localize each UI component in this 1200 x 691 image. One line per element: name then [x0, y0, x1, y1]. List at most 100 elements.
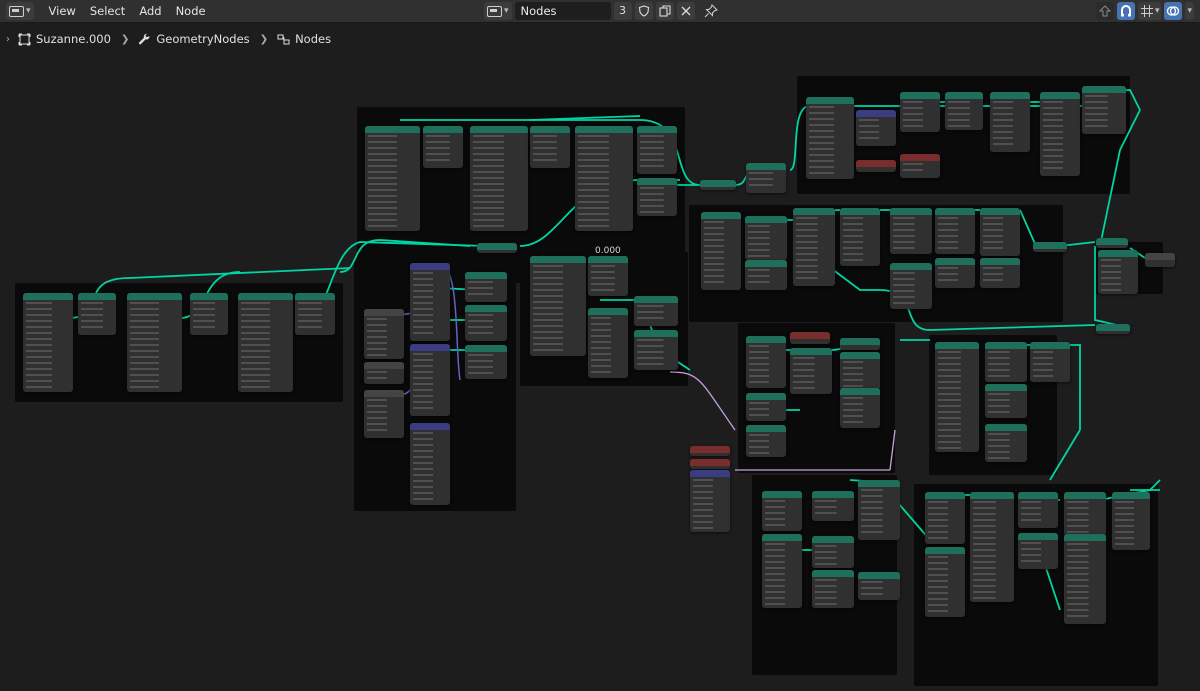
node-transform[interactable] — [78, 293, 116, 335]
node-switch[interactable] — [410, 344, 450, 416]
node-transform[interactable] — [935, 208, 975, 254]
node-string-to-curves[interactable] — [575, 126, 633, 231]
node-position[interactable] — [790, 332, 830, 344]
node-set-position[interactable] — [840, 208, 880, 266]
node-index[interactable] — [856, 160, 896, 172]
node-set-material[interactable] — [858, 480, 900, 540]
node-curve-circle[interactable] — [1018, 533, 1058, 569]
node-join-geometry[interactable] — [465, 272, 507, 302]
node-string-to-curves[interactable] — [365, 126, 420, 231]
node-join-geometry[interactable] — [840, 338, 880, 350]
node-math[interactable] — [856, 110, 896, 146]
node-transform[interactable] — [465, 305, 507, 341]
node-instance-on-points[interactable] — [634, 296, 678, 326]
overlays-options-button[interactable]: ▾ — [1185, 2, 1194, 20]
node-fill-curve[interactable] — [746, 163, 786, 193]
node-join-geometry[interactable] — [477, 243, 517, 253]
node-join-geometry[interactable] — [1096, 324, 1130, 334]
node-delete-geometry[interactable] — [925, 492, 965, 544]
node-string-to-curves[interactable] — [530, 256, 586, 356]
node-transform[interactable] — [295, 293, 335, 335]
node-quadrilateral[interactable] — [762, 491, 802, 531]
menu-view[interactable]: View — [42, 0, 83, 22]
node-bezier-segment[interactable] — [935, 342, 979, 452]
node-switch[interactable] — [410, 263, 450, 341]
node-index[interactable] — [690, 446, 730, 456]
node-canvas[interactable]: 0.000 — [0, 50, 1200, 691]
node-switch[interactable] — [410, 423, 450, 505]
node-curve-circle[interactable] — [812, 491, 854, 521]
node-transform[interactable] — [465, 345, 507, 379]
node-mesh-line[interactable] — [806, 97, 854, 179]
node-tree-name-field[interactable]: Nodes — [514, 2, 611, 20]
node-delete-geometry[interactable] — [634, 330, 678, 370]
node-less-than-or-equal[interactable] — [690, 459, 730, 469]
node-curve-to-mesh[interactable] — [985, 384, 1027, 418]
node-transform[interactable] — [190, 293, 228, 335]
node-mesh-line[interactable] — [701, 212, 741, 290]
node-transform[interactable] — [945, 92, 983, 130]
overlays-toggle-button[interactable] — [1164, 2, 1183, 20]
node-store-named-attribute[interactable] — [1064, 492, 1106, 536]
menu-node[interactable]: Node — [169, 0, 213, 22]
node-set-material[interactable] — [1082, 86, 1126, 134]
users-count[interactable]: 3 — [613, 2, 632, 20]
node-transform[interactable] — [588, 256, 628, 296]
node-transform[interactable] — [1098, 250, 1138, 294]
node-quadrilateral[interactable] — [746, 425, 786, 457]
node-string-to-curves[interactable] — [238, 293, 293, 392]
node-bezier-segment[interactable] — [970, 492, 1014, 602]
node-set-material[interactable] — [840, 352, 880, 390]
node-vector-math[interactable] — [364, 309, 404, 359]
node-set-position[interactable] — [900, 92, 940, 132]
node-transform[interactable] — [637, 178, 677, 216]
node-string-to-curves[interactable] — [23, 293, 73, 392]
node-instance-on-points[interactable] — [1064, 534, 1106, 624]
node-string-to-curves[interactable] — [127, 293, 182, 392]
node-curve-to-mesh[interactable] — [1040, 92, 1080, 176]
duplicate-tree-button[interactable] — [655, 2, 674, 20]
browse-node-tree-button[interactable]: ▾ — [484, 2, 512, 20]
node-store-named-attribute[interactable] — [890, 208, 932, 254]
node-mesh-line[interactable] — [762, 534, 802, 608]
menu-add[interactable]: Add — [132, 0, 168, 22]
node-join-geometry[interactable] — [1033, 242, 1067, 252]
node-curve-circle[interactable] — [985, 424, 1027, 462]
unlink-tree-button[interactable] — [676, 2, 695, 20]
node-vector-math[interactable] — [364, 390, 404, 438]
node-fill-curve[interactable] — [745, 260, 787, 290]
node-transform[interactable] — [530, 126, 570, 168]
node-mesh-line[interactable] — [588, 308, 628, 378]
node-set-material[interactable] — [812, 570, 854, 608]
node-fill-curve[interactable] — [812, 536, 854, 568]
chevron-right-icon[interactable]: › — [6, 34, 18, 45]
node-set-material[interactable] — [980, 258, 1020, 288]
node-store-named-attribute[interactable] — [890, 263, 932, 309]
node-instance-on-points[interactable] — [858, 572, 900, 600]
node-group-output[interactable] — [1145, 253, 1175, 267]
pin-button[interactable] — [702, 2, 720, 20]
node-set-material[interactable] — [935, 258, 975, 288]
node-switch[interactable] — [690, 470, 730, 532]
node-set-position[interactable] — [1030, 342, 1070, 382]
node-set-position[interactable] — [1112, 492, 1150, 550]
node-vector-math[interactable] — [364, 362, 404, 384]
node-mesh-to-curve[interactable] — [990, 92, 1030, 152]
snap-options-button[interactable]: ▾ — [1137, 2, 1162, 20]
fake-user-button[interactable] — [634, 2, 653, 20]
editor-type-selector[interactable]: ▾ — [6, 2, 34, 20]
node-join-geometry[interactable] — [1096, 238, 1128, 248]
node-join-geometry[interactable] — [700, 180, 736, 190]
node-curve-to-mesh[interactable] — [1018, 492, 1058, 528]
node-transform[interactable] — [423, 126, 463, 168]
node-store-named-attribute[interactable] — [790, 348, 832, 394]
node-string-to-curves[interactable] — [470, 126, 528, 231]
parent-node-tree-button[interactable] — [1095, 2, 1114, 20]
node-fill-curve[interactable] — [746, 336, 786, 388]
node-store-named-attribute[interactable] — [985, 342, 1027, 382]
node-mesh-line[interactable] — [925, 547, 965, 617]
node-curve-circle[interactable] — [746, 393, 786, 421]
menu-select[interactable]: Select — [83, 0, 132, 22]
node-instance-on-points[interactable] — [793, 208, 835, 286]
node-curve-circle[interactable] — [745, 216, 787, 260]
